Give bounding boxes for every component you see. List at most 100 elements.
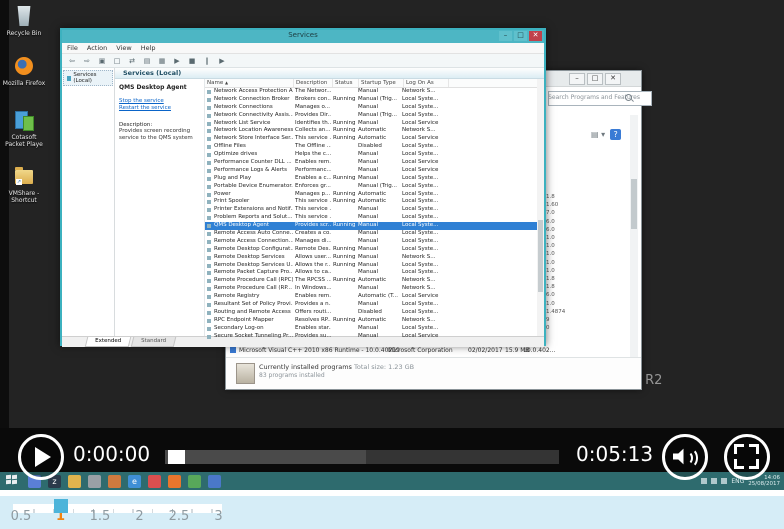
tab-extended[interactable]: Extended [84, 337, 132, 347]
menu-item[interactable]: Action [87, 43, 107, 53]
menu-item[interactable]: Help [141, 43, 156, 53]
seek-handle[interactable] [168, 450, 185, 464]
column-header-status[interactable]: Status [333, 79, 359, 87]
table-row[interactable]: Remote Access Auto Conne... Creates a co… [205, 230, 544, 238]
maximize-button[interactable]: □ [587, 73, 603, 85]
column-header-name[interactable]: Name ▲ [205, 79, 294, 87]
table-row[interactable]: Remote Procedure Call (RP... In Windows.… [205, 285, 544, 293]
toolbar-icon[interactable]: ▣ [97, 57, 107, 65]
console-tree-pane[interactable]: Services (Local) [62, 68, 115, 336]
table-row[interactable]: Secure Socket Tunneling Pr... Provides s… [205, 333, 544, 341]
toolbar-icon[interactable]: ▤ [142, 57, 152, 65]
services-list[interactable]: Name ▲ Description Status Startup Type L… [205, 79, 544, 339]
toolbar-icon[interactable]: ⇄ [127, 57, 137, 65]
start-button[interactable] [6, 474, 20, 487]
tray-arrow-icon[interactable] [701, 478, 708, 484]
program-row[interactable]: Microsoft Visual C++ 2010 x86 Runtime - … [228, 346, 627, 355]
table-row[interactable]: Network Location Awareness Collects an..… [205, 127, 544, 135]
table-row[interactable]: Network Access Protection A... The Netwo… [205, 88, 544, 96]
desktop-icon-vmshare[interactable]: ↗ VMShare - Shortcut [1, 166, 47, 204]
seek-bar[interactable] [165, 450, 559, 464]
tree-item-services-local[interactable]: Services (Local) [63, 70, 113, 86]
toolbar-icon[interactable]: ‖ [202, 57, 212, 65]
toolbar-icon[interactable]: ⇦ [67, 57, 77, 65]
taskbar-icon[interactable]: e [128, 474, 141, 488]
stop-service-link[interactable]: Stop the service [119, 98, 201, 105]
column-header-startup[interactable]: Startup Type [359, 79, 404, 87]
toolbar-icon[interactable]: ▶ [172, 57, 182, 65]
taskbar-icon[interactable] [88, 474, 101, 488]
speed-label-2.5[interactable]: 2.5 [169, 509, 190, 524]
taskbar-icon[interactable] [148, 474, 161, 488]
table-row[interactable]: Network Connectivity Assis... Provides D… [205, 112, 544, 120]
table-row[interactable]: Power Manages p... Running Automatic Loc… [205, 191, 544, 199]
table-row[interactable]: Network Connection Broker Brokers con...… [205, 96, 544, 104]
programs-scrollbar[interactable] [630, 115, 638, 357]
table-row[interactable]: RPC Endpoint Mapper Resolves RP... Runni… [205, 317, 544, 325]
search-input[interactable]: Search Programs and Features [548, 91, 652, 106]
tray-volume-icon[interactable] [721, 478, 728, 484]
table-row[interactable]: Routing and Remote Access Offers routi..… [205, 309, 544, 317]
table-row[interactable]: Remote Desktop Services Allows user... R… [205, 254, 544, 262]
toolbar-icon[interactable]: ■ [187, 57, 197, 65]
volume-button[interactable] [662, 434, 708, 480]
table-row[interactable]: Plug and Play Enables a c... Running Man… [205, 175, 544, 183]
services-scrollbar[interactable] [537, 79, 544, 336]
minimize-button[interactable]: – [569, 73, 585, 85]
table-row[interactable]: Portable Device Enumerator... Enforces g… [205, 183, 544, 191]
scrollbar-thumb[interactable] [631, 179, 637, 229]
toolbar-icon[interactable]: □ [112, 57, 122, 65]
taskbar-icon[interactable] [188, 474, 201, 488]
table-row[interactable]: Remote Packet Capture Pro... Allows to c… [205, 269, 544, 277]
table-row[interactable]: Performance Logs & Alerts Performanc... … [205, 167, 544, 175]
table-row[interactable]: Secondary Log-on Enables star... Manual … [205, 325, 544, 333]
minimize-button[interactable]: – [499, 31, 512, 41]
table-row[interactable]: Remote Procedure Call (RPC) The RPCSS ..… [205, 277, 544, 285]
taskbar-icon[interactable] [168, 474, 181, 488]
services-title-bar[interactable]: Services – □ ✕ [62, 30, 544, 43]
taskbar-icon[interactable] [68, 474, 81, 488]
view-options-icon[interactable]: ▤ ▾ [591, 130, 605, 139]
play-button[interactable] [18, 434, 64, 480]
table-row[interactable]: Remote Registry Enables rem... Automatic… [205, 293, 544, 301]
toolbar-icon[interactable]: ▶ [217, 57, 227, 65]
desktop-icon-packet-player[interactable]: Cotasoft Packet Playe [1, 110, 47, 148]
table-row[interactable]: Remote Access Connection... Manages di..… [205, 238, 544, 246]
column-header-description[interactable]: Description [294, 79, 333, 87]
table-row[interactable]: Print Spooler This service ... Running A… [205, 198, 544, 206]
fullscreen-button[interactable] [724, 434, 770, 480]
video-frame[interactable]: Recycle Bin Mozilla Firefox Cotasoft Pac… [0, 0, 784, 490]
desktop-icon-recycle-bin[interactable]: Recycle Bin [1, 6, 47, 37]
column-header-logon[interactable]: Log On As [404, 79, 449, 87]
table-row[interactable]: Remote Desktop Configurat... Remote Des.… [205, 246, 544, 254]
tray-network-icon[interactable] [711, 478, 718, 484]
tab-standard[interactable]: Standard [130, 337, 177, 347]
speed-handle[interactable] [53, 499, 68, 513]
speed-label-1.5[interactable]: 1.5 [90, 509, 111, 524]
table-row[interactable]: Performance Counter DLL ... Enables rem.… [205, 159, 544, 167]
table-row[interactable]: Network List Service Identifies th... Ru… [205, 120, 544, 128]
close-button[interactable]: ✕ [529, 31, 542, 41]
table-row[interactable]: Network Store Interface Ser... This serv… [205, 135, 544, 143]
maximize-button[interactable]: □ [514, 31, 527, 41]
table-row[interactable]: Problem Reports and Solut... This servic… [205, 214, 544, 222]
table-row[interactable]: Remote Desktop Services U... Allows the … [205, 262, 544, 270]
toolbar-icon[interactable]: ⇨ [82, 57, 92, 65]
table-row[interactable]: QMS Desktop Agent Provides scr... Runnin… [205, 222, 544, 231]
table-row[interactable]: Offline Files The Offline ... Disabled L… [205, 143, 544, 151]
menu-item[interactable]: View [116, 43, 131, 53]
scrollbar-thumb[interactable] [538, 220, 543, 293]
toolbar-icon[interactable]: ▦ [157, 57, 167, 65]
taskbar-icon[interactable] [208, 474, 221, 488]
taskbar-icon[interactable] [108, 474, 121, 488]
table-row[interactable]: Network Connections Manages o... Manual … [205, 104, 544, 112]
help-icon[interactable]: ? [610, 129, 622, 140]
table-row[interactable]: Optimize drives Helps the c... Manual Lo… [205, 151, 544, 159]
menu-item[interactable]: File [67, 43, 78, 53]
table-row[interactable]: Printer Extensions and Notif... This ser… [205, 206, 544, 214]
desktop-icon-firefox[interactable]: Mozilla Firefox [1, 56, 47, 87]
speed-label-2[interactable]: 2 [135, 509, 143, 524]
services-window[interactable]: Services – □ ✕ File Action View Help ⇦ ⇨ ▣ □ ⇄ ▤… [60, 28, 546, 347]
speed-label-3[interactable]: 3 [214, 509, 222, 524]
table-row[interactable]: Resultant Set of Policy Provi... Provide… [205, 301, 544, 309]
